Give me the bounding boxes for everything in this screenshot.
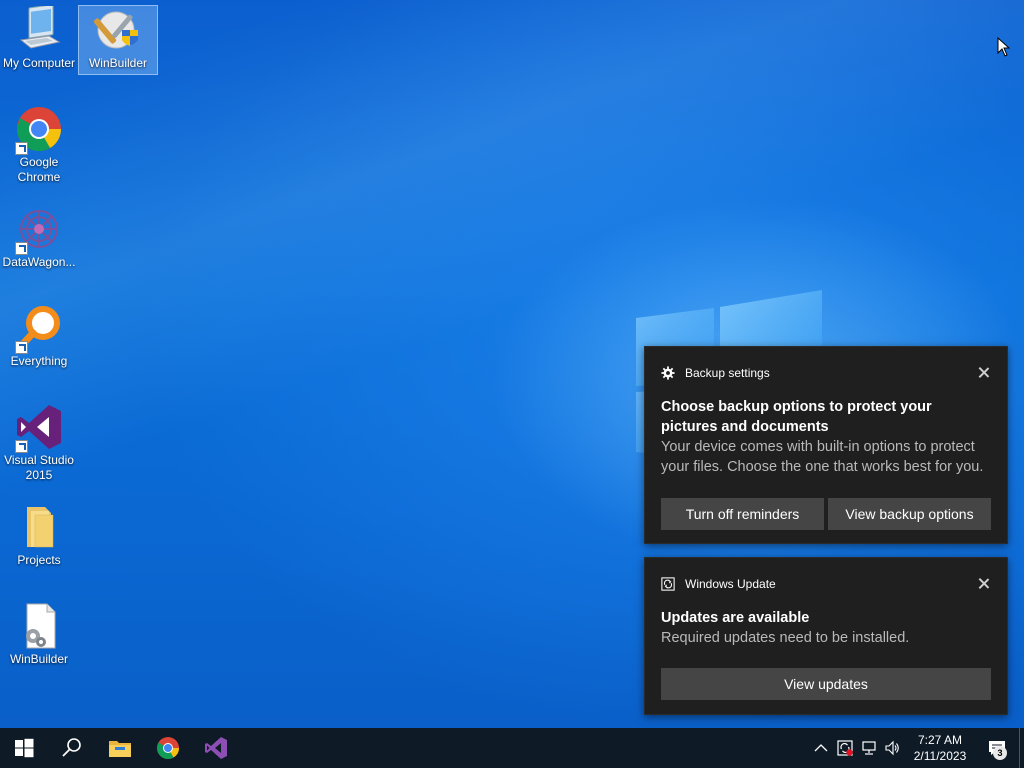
folder-icon xyxy=(15,503,63,551)
clock-time: 7:27 AM xyxy=(917,733,963,747)
toast-backup-settings[interactable]: Backup settings Choose backup options to… xyxy=(644,346,1008,544)
desktop-icon-label: Everything xyxy=(10,354,68,368)
toast-title: Updates are available xyxy=(661,610,810,626)
volume-button[interactable] xyxy=(881,728,905,768)
desktop-icon-label: My Computer xyxy=(2,56,76,70)
gear-icon xyxy=(661,366,675,380)
notification-count-badge: 3 xyxy=(993,746,1007,760)
desktop-icon-winbuilder-file[interactable]: WinBuilder xyxy=(0,602,78,667)
shortcut-arrow-icon xyxy=(15,142,28,155)
windows-update-warning-icon xyxy=(837,740,853,756)
visual-studio-icon xyxy=(15,403,63,453)
close-icon[interactable] xyxy=(977,366,991,380)
desktop-icon-label: Google Chrome xyxy=(17,155,61,184)
shortcut-arrow-icon xyxy=(15,440,28,453)
start-button[interactable] xyxy=(0,728,48,768)
toast-title: Choose backup options to protect your pi… xyxy=(661,399,932,435)
file-explorer-icon xyxy=(109,741,131,757)
toast-actions: Turn off reminders View backup options xyxy=(661,498,991,530)
chrome-icon xyxy=(157,737,179,759)
action-center-button[interactable]: 3 xyxy=(975,728,1019,768)
computer-icon xyxy=(15,4,63,54)
desktop-icon-label: WinBuilder xyxy=(88,56,148,70)
view-updates-button[interactable]: View updates xyxy=(661,668,991,700)
desktop-icon-label: Projects xyxy=(17,553,61,567)
show-desktop-button[interactable] xyxy=(1019,728,1024,768)
toast-windows-update[interactable]: Windows Update Updates are available Req… xyxy=(644,557,1008,715)
everything-search-icon xyxy=(15,304,63,354)
desktop-icon-label: DataWagon... xyxy=(2,255,76,269)
desktop-icon-visual-studio[interactable]: Visual Studio 2015 xyxy=(0,403,78,483)
visual-studio-icon xyxy=(205,737,227,759)
search-button[interactable] xyxy=(48,728,96,768)
desktop-icon-winbuilder[interactable]: WinBuilder xyxy=(78,5,158,75)
network-button[interactable] xyxy=(857,728,881,768)
datawagon-icon xyxy=(15,205,63,255)
desktop-icon-projects[interactable]: Projects xyxy=(0,503,78,568)
shortcut-arrow-icon xyxy=(15,341,28,354)
chevron-up-icon xyxy=(814,744,828,752)
network-icon xyxy=(862,741,876,755)
mouse-cursor-icon xyxy=(997,36,1011,57)
show-hidden-icons-button[interactable] xyxy=(809,728,833,768)
system-tray: 7:27 AM 2/11/2023 3 xyxy=(809,728,1024,768)
start-icon xyxy=(15,738,34,758)
speaker-icon xyxy=(885,740,899,756)
toast-header: Backup settings xyxy=(661,363,991,383)
windows-update-icon xyxy=(661,577,675,591)
clock-date: 2/11/2023 xyxy=(913,749,967,763)
close-icon[interactable] xyxy=(977,577,991,591)
winbuilder-file-icon xyxy=(15,602,63,650)
toast-app-name: Backup settings xyxy=(685,366,770,380)
desktop-icon-label: WinBuilder xyxy=(9,652,69,666)
view-backup-options-button[interactable]: View backup options xyxy=(828,498,991,530)
desktop-icon-my-computer[interactable]: My Computer xyxy=(0,4,78,74)
desktop-icon-google-chrome[interactable]: Google Chrome xyxy=(0,105,78,185)
toast-body: Your device comes with built-in options … xyxy=(661,439,984,475)
search-icon xyxy=(62,738,81,757)
toast-actions: View updates xyxy=(661,668,991,700)
toast-app-name: Windows Update xyxy=(685,577,776,591)
taskbar: 7:27 AM 2/11/2023 3 xyxy=(0,728,1024,768)
shortcut-arrow-icon xyxy=(15,242,28,255)
turn-off-reminders-button[interactable]: Turn off reminders xyxy=(661,498,824,530)
toast-body: Required updates need to be installed. xyxy=(661,630,910,646)
toast-header: Windows Update xyxy=(661,574,991,594)
file-explorer-button[interactable] xyxy=(96,728,144,768)
winbuilder-tools-icon xyxy=(93,6,142,54)
chrome-taskbar-button[interactable] xyxy=(144,728,192,768)
taskbar-clock[interactable]: 7:27 AM 2/11/2023 xyxy=(905,732,975,764)
chrome-icon xyxy=(15,105,63,155)
desktop-icon-label: Visual Studio 2015 xyxy=(4,453,74,482)
desktop-icon-everything[interactable]: Everything xyxy=(0,304,78,369)
visual-studio-taskbar-button[interactable] xyxy=(192,728,240,768)
desktop-icon-datawagon[interactable]: DataWagon... xyxy=(0,205,78,270)
tray-windows-update-button[interactable] xyxy=(833,728,857,768)
